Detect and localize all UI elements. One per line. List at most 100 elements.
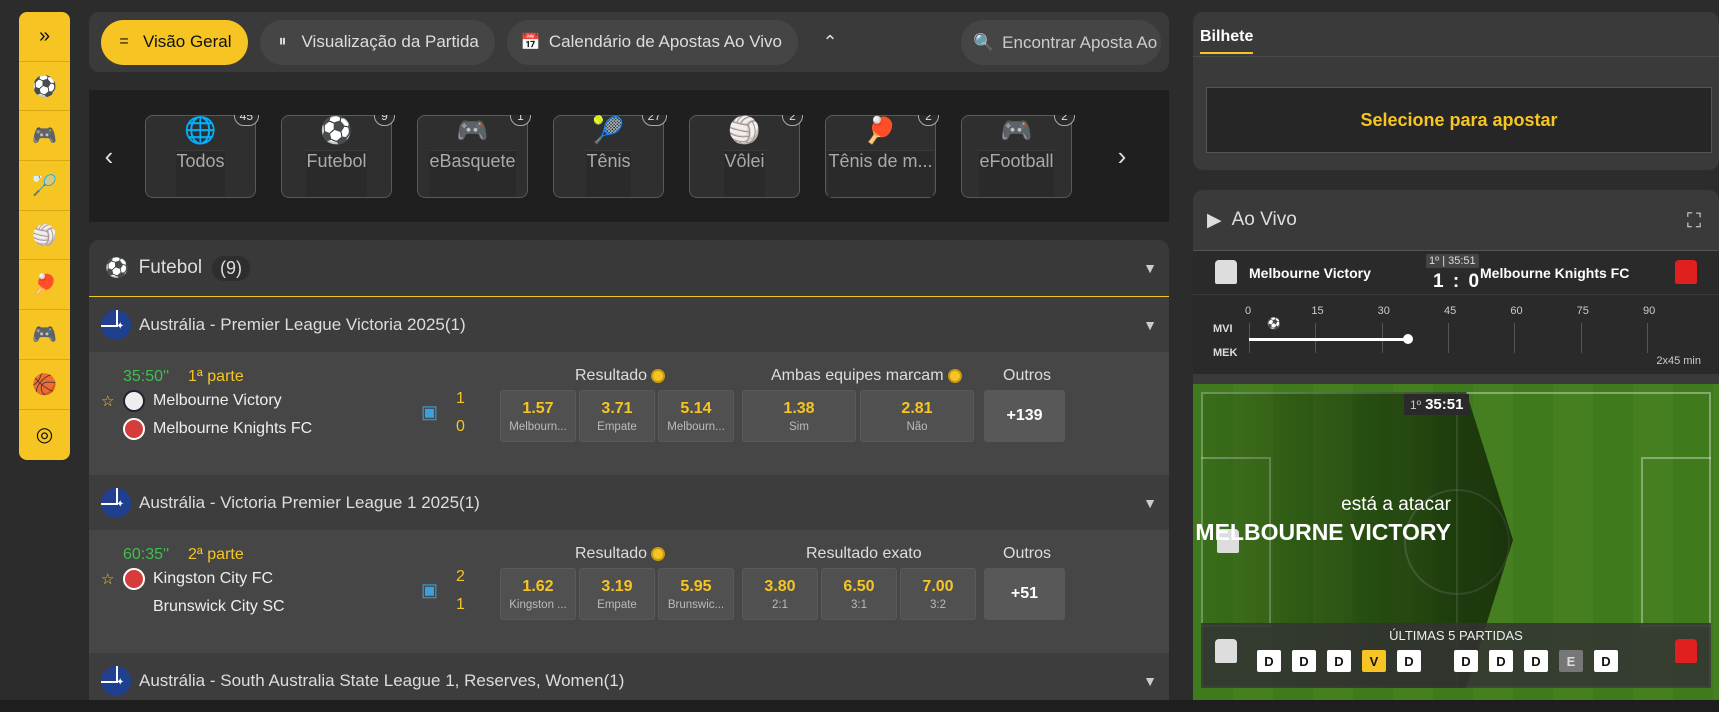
market-title: Resultado <box>575 367 666 385</box>
match-period: 2ª parte <box>188 546 244 563</box>
pitch-period: 1º <box>1410 398 1422 412</box>
coin-icon <box>651 369 666 383</box>
home-team-name: Melbourne Victory <box>153 392 282 409</box>
odds-button[interactable]: 7.00 3:2 <box>900 568 976 620</box>
sport-label: Vôlei <box>724 149 765 197</box>
match-timeline: MVI MEK 2x45 min 0 15 30 45 60 75 90 ⚽ <box>1193 294 1719 374</box>
odds-button[interactable]: 5.95 Brunswic... <box>658 568 734 620</box>
odds-button[interactable]: 3.71 Empate <box>579 390 655 442</box>
sport-label: Todos <box>176 149 225 197</box>
odds-button[interactable]: 1.38 Sim <box>742 390 856 442</box>
away-score: 0 <box>456 418 465 435</box>
odds-button[interactable]: 2.81 Não <box>860 390 974 442</box>
australia-flag-icon <box>101 487 131 518</box>
odds-button[interactable]: 1.62 Kingston ... <box>500 568 576 620</box>
market-title: Resultado <box>575 545 666 563</box>
app-root: » ⚽ 🎮 🏸 🏐 🏓 🎮 🏀 ◎ = Visão Geral ⏸ Visualização d… <box>0 0 1719 712</box>
away-team[interactable]: Melbourne Knights FC <box>101 418 312 440</box>
sport-tile[interactable]: 9 ⚽ Futebol <box>281 114 395 198</box>
live-stream-icon[interactable]: ▣ <box>421 580 438 601</box>
timeline-gridline <box>1580 323 1582 353</box>
rail-esports-icon[interactable]: 🎮 <box>19 111 70 162</box>
sport-count-badge: 2 <box>782 114 803 126</box>
timeline-tick: 75 <box>1576 305 1589 317</box>
australia-flag-icon <box>101 309 131 340</box>
live-stream-icon[interactable]: ▣ <box>421 402 438 423</box>
sport-tile[interactable]: 27 🎾 Tênis <box>553 114 667 198</box>
tab-match-view[interactable]: ⏸ Visualização da Partida <box>259 19 495 65</box>
league-caret-icon[interactable]: ▼ <box>1143 317 1157 333</box>
rail-volleyball-icon[interactable]: 🏐 <box>19 211 70 261</box>
away-team-name: Brunswick City SC <box>153 598 285 615</box>
league-caret-icon[interactable]: ▼ <box>1143 673 1157 689</box>
section-title: Futebol <box>138 257 203 278</box>
rail-efootball-icon[interactable]: 🎮 <box>19 310 70 360</box>
odds-button[interactable]: 6.50 3:1 <box>821 568 897 620</box>
sport-label: Tênis <box>586 149 631 197</box>
away-team-name: Melbourne Knights FC <box>153 420 313 437</box>
collapse-caret-icon[interactable]: ▼ <box>1143 260 1157 276</box>
home-result-badge: D <box>1397 650 1421 672</box>
play-screen-icon: ▶ <box>1207 209 1222 231</box>
market-title: Resultado exato <box>806 545 922 563</box>
rail-basketball-icon[interactable]: 🏀 <box>19 360 70 410</box>
rail-target-icon[interactable]: ◎ <box>19 410 70 460</box>
away-team[interactable]: Brunswick City SC <box>101 596 285 618</box>
league-row[interactable]: Austrália - Premier League Victoria 2025… <box>89 297 1169 352</box>
soccer-ball-icon: ⚽ <box>105 258 129 279</box>
match-period: 1ª parte <box>188 368 244 385</box>
favorite-star-icon[interactable]: ☆ <box>101 392 115 410</box>
section-header[interactable]: ⚽ Futebol (9) ▼ <box>89 240 1169 297</box>
divider <box>1193 56 1719 57</box>
tab-bilhete[interactable]: Bilhete <box>1200 28 1254 54</box>
tab-live-calendar[interactable]: 📅 Calendário de Apostas Ao Vivo <box>506 19 799 65</box>
sport-tile[interactable]: 1 🎮 eBasquete <box>417 114 531 198</box>
league-row[interactable]: Austrália - Victoria Premier League 1 20… <box>89 475 1169 530</box>
timeline-tick: 90 <box>1643 305 1656 317</box>
rail-tennis-icon[interactable]: 🏸 <box>19 161 70 211</box>
rail-soccer-icon[interactable]: ⚽ <box>19 62 70 112</box>
league-row[interactable]: Austrália - South Australia State League… <box>89 653 1169 706</box>
sport-icon: ⚽ <box>320 114 353 145</box>
odds-button[interactable]: 1.57 Melbourn... <box>500 390 576 442</box>
others-label: Outros <box>1003 367 1052 384</box>
rail-expand-icon[interactable]: » <box>19 12 70 62</box>
home-team[interactable]: ☆ Kingston City FC <box>101 568 273 590</box>
more-markets-button[interactable]: +51 <box>984 568 1065 620</box>
timeline-progress-bar <box>1249 338 1408 341</box>
odds-button[interactable]: 5.14 Melbourn... <box>658 390 734 442</box>
sport-tile[interactable]: 2 🏐 Vôlei <box>689 114 803 198</box>
away-result-badge: D <box>1454 650 1478 672</box>
sports-rail: » ⚽ 🎮 🏸 🏐 🏓 🎮 🏀 ◎ <box>19 12 70 460</box>
match-row[interactable]: 60:35'' 2ª parte ☆ Kingston City FC Brunswic… <box>89 530 1169 653</box>
football-section: ⚽ Futebol (9) ▼ Austrália - Premier Leag… <box>89 240 1169 706</box>
live-title: Ao Vivo <box>1231 209 1297 230</box>
away-jersey-icon <box>1675 639 1697 663</box>
odds-button[interactable]: 3.80 2:1 <box>742 568 818 620</box>
sport-count-badge: 2 <box>918 114 939 126</box>
sport-label: eBasquete <box>429 149 516 197</box>
league-caret-icon[interactable]: ▼ <box>1143 495 1157 511</box>
fullscreen-icon[interactable]: ⛶ <box>1687 210 1701 233</box>
carousel-next-button[interactable]: › <box>1102 141 1142 172</box>
home-team[interactable]: ☆ Melbourne Victory <box>101 390 282 412</box>
last-five-title: ÚLTIMAS 5 PARTIDAS <box>1389 628 1523 643</box>
favorite-star-icon[interactable]: ☆ <box>101 570 115 588</box>
odds-value: 7.00 <box>922 577 954 595</box>
sport-count-badge: 1 <box>510 114 531 126</box>
rail-table-tennis-icon[interactable]: 🏓 <box>19 260 70 311</box>
sport-tile[interactable]: 45 🌐 Todos <box>145 114 259 198</box>
odds-value: 1.38 <box>783 399 815 417</box>
sport-tile[interactable]: 2 🎮 eFootball <box>961 114 1075 198</box>
carousel-prev-button[interactable]: ‹ <box>89 141 129 172</box>
odds-button[interactable]: 3.19 Empate <box>579 568 655 620</box>
sports-carousel: ‹ 45 🌐 Todos 9 ⚽ Futebol 1 🎮 eBasquete 27 🎾 Tênis 2 🏐… <box>89 90 1169 222</box>
sport-tile[interactable]: 2 🏓 Tênis de m... <box>825 114 939 198</box>
chevron-up-icon[interactable]: ⌃ <box>810 32 850 53</box>
match-row[interactable]: 35:50'' 1ª parte ☆ Melbourne Victory Melbour… <box>89 352 1169 475</box>
sport-label: Futebol <box>306 149 367 197</box>
sport-icon: 🌐 <box>184 114 217 145</box>
tab-overview[interactable]: = Visão Geral <box>101 19 248 65</box>
search-field[interactable]: 🔍 Encontrar Aposta Ao Vivo <box>961 20 1161 65</box>
more-markets-button[interactable]: +139 <box>984 390 1065 442</box>
